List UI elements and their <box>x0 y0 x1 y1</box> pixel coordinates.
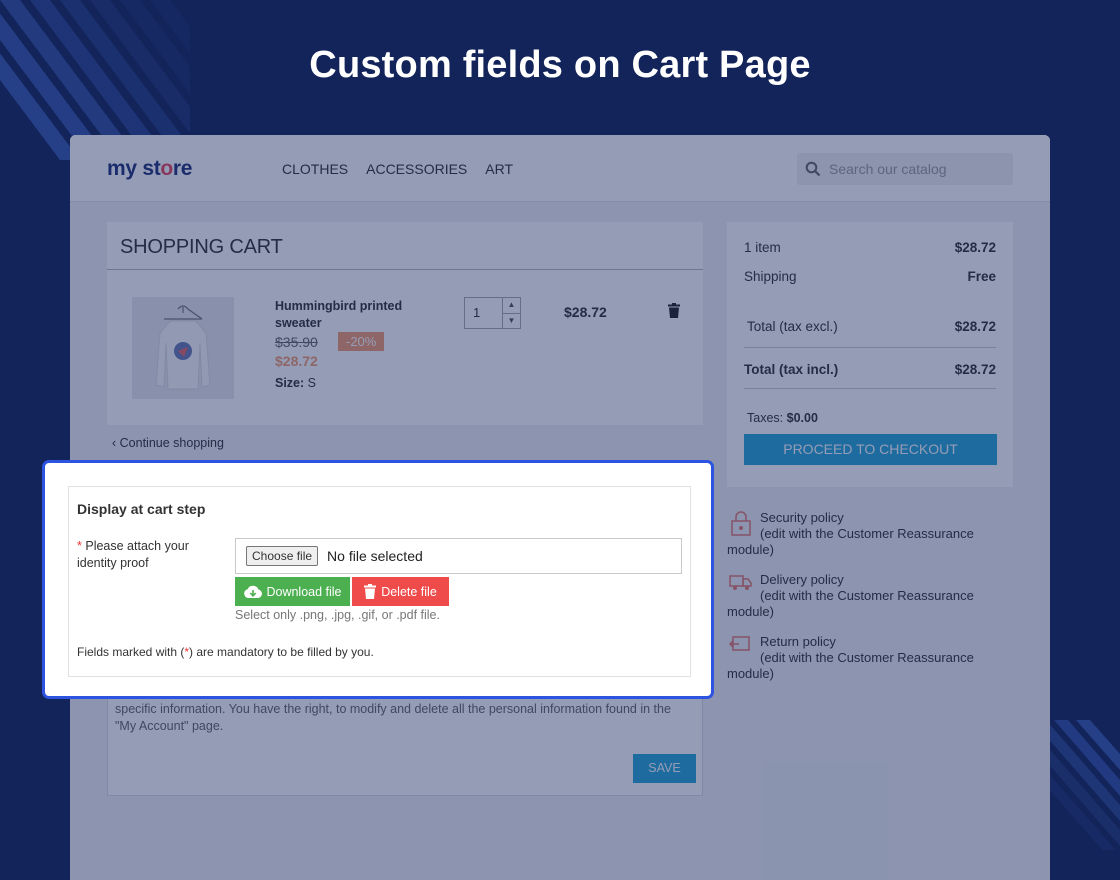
custom-field-title: Display at cart step <box>77 501 206 517</box>
banner-title: Custom fields on Cart Page <box>309 44 811 86</box>
choose-file-button[interactable]: Choose file <box>246 546 319 566</box>
trash-icon <box>364 584 377 599</box>
file-type-hint: Select only .png, .jpg, .gif, or .pdf fi… <box>235 608 440 622</box>
no-file-text: No file selected <box>327 548 423 564</box>
identity-proof-label: * Please attach your identity proof <box>77 539 189 570</box>
custom-field-panel: Display at cart step * Please attach you… <box>68 486 691 677</box>
cloud-download-icon <box>244 585 263 598</box>
download-file-button[interactable]: Download file <box>235 577 350 606</box>
delete-file-button[interactable]: Delete file <box>352 577 449 606</box>
identity-proof-file-input[interactable]: Choose file No file selected <box>235 538 682 574</box>
custom-field-highlight: Display at cart step * Please attach you… <box>42 460 714 699</box>
mandatory-note: Fields marked with (*) are mandatory to … <box>77 645 374 659</box>
